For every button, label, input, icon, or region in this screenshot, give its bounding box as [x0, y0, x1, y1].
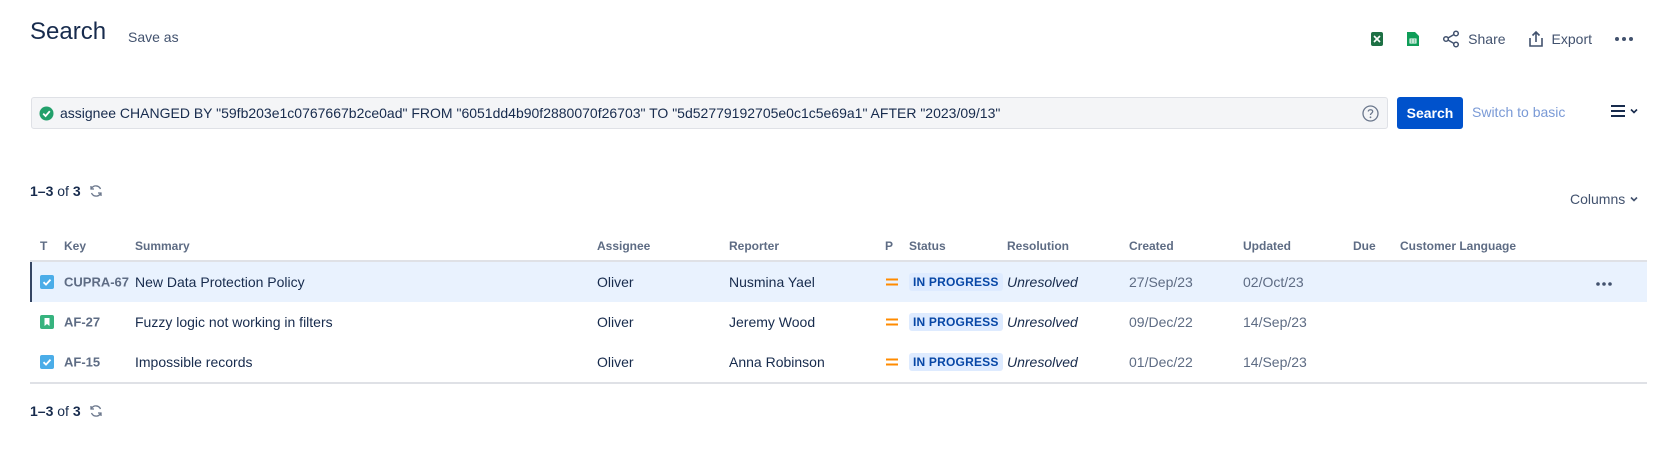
created-cell: 01/Dec/22	[1129, 354, 1193, 370]
status-badge: IN PROGRESS	[909, 313, 1003, 331]
issue-summary-link[interactable]: Impossible records	[135, 354, 253, 370]
col-header-customer-language[interactable]: Customer Language	[1400, 239, 1516, 253]
export-excel-button[interactable]	[1370, 31, 1384, 47]
columns-button[interactable]: Columns	[1570, 191, 1639, 207]
list-view-icon	[1611, 105, 1625, 117]
export-sheets-button[interactable]	[1406, 31, 1420, 47]
reporter-cell: Nusmina Yael	[729, 274, 815, 290]
resolution-cell: Unresolved	[1007, 274, 1078, 290]
result-range: 1–3	[30, 403, 54, 419]
col-header-key[interactable]: Key	[64, 239, 86, 253]
result-total: 3	[72, 183, 81, 199]
issues-table: T Key Summary Assignee Reporter P Status…	[30, 232, 1647, 384]
row-actions-button[interactable]	[1595, 274, 1613, 290]
issue-summary-link[interactable]: New Data Protection Policy	[135, 274, 305, 290]
issue-key-link[interactable]: AF-27	[64, 315, 100, 330]
chevron-down-icon	[1630, 196, 1638, 202]
more-icon	[1596, 282, 1612, 286]
google-sheets-icon	[1407, 32, 1420, 46]
status-badge: IN PROGRESS	[909, 273, 1003, 291]
story-icon	[40, 315, 54, 329]
result-count-bottom: 1–3 of 3	[30, 403, 103, 419]
status-badge: IN PROGRESS	[909, 353, 1003, 371]
table-header: T Key Summary Assignee Reporter P Status…	[30, 232, 1647, 262]
page-title: Search	[30, 18, 107, 45]
refresh-icon[interactable]	[89, 184, 103, 198]
export-label: Export	[1551, 31, 1592, 47]
more-actions-button[interactable]	[1614, 36, 1634, 42]
assignee-cell: Oliver	[597, 354, 634, 370]
col-header-assignee[interactable]: Assignee	[597, 239, 650, 253]
more-icon	[1615, 37, 1633, 41]
priority-medium-icon	[886, 317, 898, 327]
search-button[interactable]: Search	[1397, 97, 1463, 129]
share-button[interactable]: Share	[1442, 30, 1506, 48]
col-header-priority[interactable]: P	[885, 239, 893, 253]
refresh-icon[interactable]	[89, 404, 103, 418]
view-menu-button[interactable]	[1610, 104, 1639, 118]
assignee-cell: Oliver	[597, 314, 634, 330]
table-row[interactable]: AF-27 Fuzzy logic not working in filters…	[30, 302, 1647, 342]
task-icon	[40, 275, 54, 289]
resolution-cell: Unresolved	[1007, 354, 1078, 370]
col-header-reporter[interactable]: Reporter	[729, 239, 779, 253]
updated-cell: 02/Oct/23	[1243, 274, 1304, 290]
table-row[interactable]: AF-15 Impossible records Oliver Anna Rob…	[30, 342, 1647, 384]
col-header-resolution[interactable]: Resolution	[1007, 239, 1069, 253]
export-button[interactable]: Export	[1528, 30, 1592, 48]
jql-query-text: assignee CHANGED BY "59fb203e1c0767667b2…	[60, 105, 1001, 121]
reporter-cell: Jeremy Wood	[729, 314, 816, 330]
priority-medium-icon	[886, 277, 898, 287]
assignee-cell: Oliver	[597, 274, 634, 290]
col-header-updated[interactable]: Updated	[1243, 239, 1291, 253]
created-cell: 27/Sep/23	[1129, 274, 1193, 290]
help-icon[interactable]	[1362, 104, 1379, 122]
share-label: Share	[1468, 31, 1506, 47]
jql-query-input[interactable]: assignee CHANGED BY "59fb203e1c0767667b2…	[31, 97, 1388, 129]
col-header-created[interactable]: Created	[1129, 239, 1174, 253]
save-as-button[interactable]: Save as	[128, 29, 179, 45]
result-of: of	[57, 403, 69, 419]
resolution-cell: Unresolved	[1007, 314, 1078, 330]
columns-label: Columns	[1570, 191, 1626, 207]
excel-icon	[1371, 32, 1384, 46]
updated-cell: 14/Sep/23	[1243, 314, 1307, 330]
share-icon	[1443, 30, 1460, 48]
result-total: 3	[72, 403, 81, 419]
col-header-status[interactable]: Status	[909, 239, 946, 253]
issue-summary-link[interactable]: Fuzzy logic not working in filters	[135, 314, 333, 330]
updated-cell: 14/Sep/23	[1243, 354, 1307, 370]
top-actions: Share Export	[1348, 24, 1634, 54]
task-icon	[40, 355, 54, 369]
priority-medium-icon	[886, 357, 898, 367]
reporter-cell: Anna Robinson	[729, 354, 825, 370]
col-header-type[interactable]: T	[40, 239, 47, 253]
result-range: 1–3	[30, 183, 54, 199]
issue-key-link[interactable]: CUPRA-67	[64, 275, 129, 290]
created-cell: 09/Dec/22	[1129, 314, 1193, 330]
export-icon	[1528, 30, 1543, 47]
table-row[interactable]: CUPRA-67 New Data Protection Policy Oliv…	[30, 262, 1647, 302]
issue-key-link[interactable]: AF-15	[64, 355, 100, 370]
valid-query-icon	[39, 106, 54, 121]
result-of: of	[57, 183, 69, 199]
col-header-summary[interactable]: Summary	[135, 239, 190, 253]
result-count-top: 1–3 of 3	[30, 183, 103, 199]
col-header-due[interactable]: Due	[1353, 239, 1376, 253]
chevron-down-icon	[1630, 108, 1638, 114]
switch-to-basic-link[interactable]: Switch to basic	[1472, 104, 1565, 120]
